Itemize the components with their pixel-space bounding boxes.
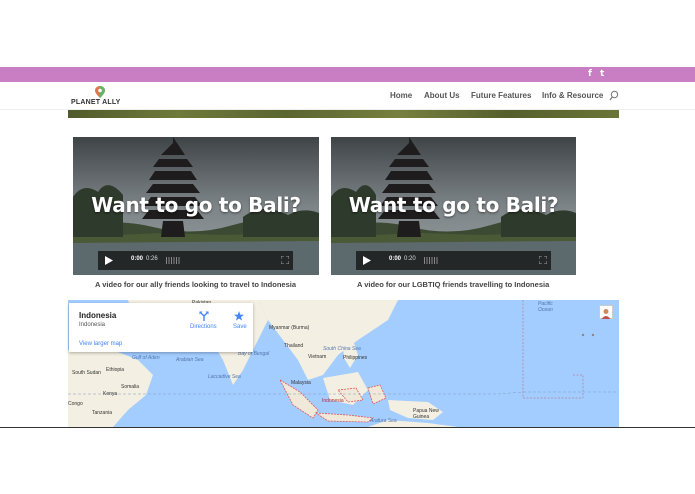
map-label-vietnam: Vietnam xyxy=(308,354,327,360)
view-larger-map-link[interactable]: View larger map xyxy=(79,341,122,347)
facebook-icon[interactable]: f xyxy=(588,68,592,80)
duration: 0:26 xyxy=(146,256,158,262)
video-title: Want to go to Bali? xyxy=(348,193,559,217)
save-link[interactable]: Save xyxy=(233,324,247,330)
duration: 0:20 xyxy=(404,256,416,262)
current-time: 0:00 xyxy=(389,256,402,262)
fullscreen-icon[interactable] xyxy=(539,256,547,264)
avatar-icon xyxy=(601,309,611,319)
place-name: Indonesia xyxy=(79,311,117,320)
map-label-arafura-sea: Arafura Sea xyxy=(370,418,397,424)
map-label-kenya: Kenya xyxy=(103,391,118,397)
site-logo[interactable]: PLANET ALLY xyxy=(71,86,121,108)
volume-icon[interactable] xyxy=(166,257,180,264)
map-label-malaysia: Malaysia xyxy=(291,380,311,386)
search-icon[interactable] xyxy=(609,90,619,101)
map-label-philippines: Philippines xyxy=(343,355,368,361)
nav-info-resource[interactable]: Info & Resource xyxy=(542,91,603,100)
video-caption-lgbtiq: A video for our LGBTIQ friends travellin… xyxy=(357,280,550,289)
map-label-arabian-sea: Arabian Sea xyxy=(176,357,204,363)
video-controls: 0:00 0:20 xyxy=(356,251,551,270)
map-label-papua-new-guinea: Papua New Guinea xyxy=(413,408,439,420)
directions-icon[interactable] xyxy=(199,311,209,321)
twitter-icon[interactable]: t xyxy=(600,68,604,80)
map-label-somalia: Somalia xyxy=(121,384,140,390)
video-title: Want to go to Bali? xyxy=(91,193,301,217)
video-caption-ally: A video for our ally friends looking to … xyxy=(95,280,296,289)
place-subtitle: Indonesia xyxy=(79,322,106,328)
star-icon[interactable] xyxy=(234,311,244,321)
video-controls: 0:00 0:26 xyxy=(98,251,293,270)
map-info-card: Indonesia Indonesia Directions Save View… xyxy=(69,303,253,352)
nav-future-features[interactable]: Future Features xyxy=(471,91,531,100)
site-header: PLANET ALLY Home About Us Future Feature… xyxy=(0,82,695,110)
page-divider xyxy=(0,427,695,428)
fullscreen-icon[interactable] xyxy=(281,256,289,264)
map-pin-logo-icon xyxy=(95,86,105,98)
nav-home[interactable]: Home xyxy=(390,91,412,100)
map-label-pacific-ocean: Pacific Ocean xyxy=(538,301,553,313)
user-avatar[interactable] xyxy=(599,305,613,319)
map-label-laccadive-sea: Laccadive Sea xyxy=(208,374,241,380)
directions-link[interactable]: Directions xyxy=(190,324,217,330)
nav-about-us[interactable]: About Us xyxy=(424,91,460,100)
page: f t PLANET ALLY Home About Us Future Fea… xyxy=(0,0,695,494)
map-label-tanzania: Tanzania xyxy=(92,410,113,416)
play-icon[interactable] xyxy=(363,256,371,265)
video-player-ally[interactable]: Want to go to Bali? 0:00 0:26 xyxy=(73,137,319,275)
logo-text: PLANET ALLY xyxy=(71,99,121,106)
video-player-lgbtiq[interactable]: Want to go to Bali? 0:00 0:20 xyxy=(331,137,576,275)
map-label-myanmar: Myanmar (Burma) xyxy=(269,325,310,331)
play-icon[interactable] xyxy=(105,256,113,265)
map-label-indonesia: Indonesia xyxy=(322,398,344,404)
map-label-congo: Congo xyxy=(68,401,83,407)
hero-image-strip xyxy=(68,110,619,118)
current-time: 0:00 xyxy=(131,256,144,262)
map-label-south-china-sea: South China Sea xyxy=(323,346,361,352)
top-social-bar: f t xyxy=(0,67,695,82)
volume-icon[interactable] xyxy=(424,257,438,264)
map-label-ethiopia: Ethiopia xyxy=(106,367,125,373)
map-label-gulf-of-aden: Gulf of Aden xyxy=(132,355,160,361)
map-label-south-sudan: South Sudan xyxy=(72,370,101,376)
map-label-thailand: Thailand xyxy=(284,343,304,349)
